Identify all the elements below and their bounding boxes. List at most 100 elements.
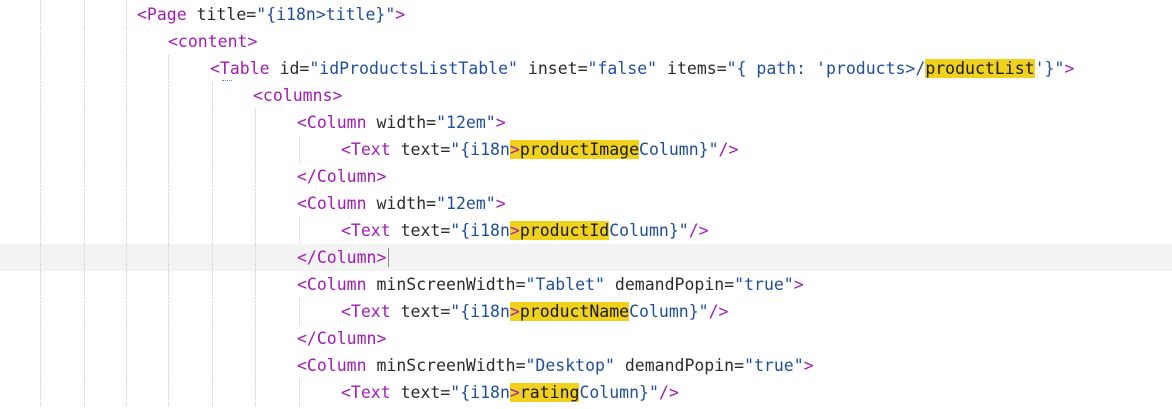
code-token: = [577,59,588,78]
indent-guide [84,163,85,190]
code-line[interactable]: </Column> [0,325,1172,352]
indent-guide [40,217,41,244]
code-text: <Text text="{i18n>ratingColumn}"/> [341,379,679,406]
code-token: "{i18n>title}" [256,5,396,24]
code-line[interactable]: <Column width="12em"> [0,109,1172,136]
indent-guide [126,379,127,406]
indent-guide [299,298,300,325]
indent-guide [84,82,85,109]
indent-guide [40,1,41,28]
search-highlight: > [509,302,520,321]
indent-guide [168,136,169,163]
code-token: Column}" [609,221,689,240]
code-token: title [186,5,247,24]
code-token: text [390,383,441,402]
code-text: <columns> [253,82,342,109]
code-token: text [390,221,441,240]
code-line[interactable]: <columns> [0,82,1172,109]
code-line[interactable]: <content> [0,28,1172,55]
indent-guide [212,352,213,379]
code-token: text [390,140,441,159]
code-editor[interactable]: <Page title="{i18n>title}"> <content> <T… [0,0,1172,409]
indent-guide [40,55,41,82]
indent-guide [40,352,41,379]
code-line-active[interactable]: </Column> [0,244,1172,271]
code-line[interactable]: <Column minScreenWidth="Tablet" demandPo… [0,271,1172,298]
code-token: "true" [744,356,804,375]
code-line[interactable]: <Text text="{i18n>productNameColumn}"/> [0,298,1172,325]
code-text: </Column> [297,325,386,352]
code-token: = [724,275,735,294]
indent-guide [255,352,256,379]
code-token: /> [718,140,739,159]
search-highlight: productList [925,59,1035,78]
code-token: = [440,302,451,321]
indent-guide [126,244,127,271]
indent-guide [168,271,169,298]
code-token: > [495,113,506,132]
indent-guide [84,1,85,28]
code-text: <Column width="12em"> [297,190,506,217]
indent-guide [126,55,127,82]
code-line[interactable]: <Table id="idProductsListTable" inset="f… [0,55,1172,82]
indent-guide [212,379,213,406]
code-text: <Column minScreenWidth="Desktop" demandP… [297,352,814,379]
code-text: <Column width="12em"> [297,109,506,136]
indent-guide [84,55,85,82]
indent-guide [212,163,213,190]
code-text: <Text text="{i18n>productIdColumn}"/> [341,217,709,244]
indent-guide [168,325,169,352]
indent-guide [299,379,300,406]
indent-guide [168,217,169,244]
code-token: text [390,302,441,321]
indent-guide [255,163,256,190]
hint-squiggle [222,77,232,81]
indent-guide [168,190,169,217]
indent-guide [126,28,127,55]
code-line[interactable]: <Text text="{i18n>ratingColumn}"/> [0,379,1172,406]
indent-guide [168,352,169,379]
indent-guide [126,109,127,136]
indent-guide [40,379,41,406]
code-line[interactable]: <Column minScreenWidth="Desktop" demandP… [0,352,1172,379]
code-token: = [426,113,437,132]
code-token: = [299,59,310,78]
code-token: <Text [341,221,391,240]
indent-guide [40,163,41,190]
indent-guide [255,190,256,217]
indent-guide [168,298,169,325]
code-token: <Text [341,140,391,159]
code-token: "12em" [436,113,496,132]
code-token: > [495,194,506,213]
indent-guide [40,190,41,217]
code-token: = [716,59,727,78]
indent-guide [84,28,85,55]
indent-guide [168,244,169,271]
indent-guide [168,163,169,190]
code-line[interactable]: </Column> [0,163,1172,190]
code-text: <Text text="{i18n>productNameColumn}"/> [341,298,728,325]
code-text: <Column minScreenWidth="Tablet" demandPo… [297,271,804,298]
indent-guide [212,325,213,352]
code-line[interactable]: <Text text="{i18n>productIdColumn}"/> [0,217,1172,244]
code-token: /> [708,302,729,321]
indent-guide [126,271,127,298]
code-line[interactable]: <Page title="{i18n>title}"> [0,1,1172,28]
indent-guide [40,298,41,325]
code-line[interactable]: <Column width="12em"> [0,190,1172,217]
indent-guide [255,298,256,325]
indent-guide [84,136,85,163]
code-token: items [657,59,717,78]
text-cursor [388,248,390,267]
code-token: > [803,356,814,375]
code-token: "{i18n [450,302,510,321]
indent-guide [255,109,256,136]
indent-guide [299,217,300,244]
indent-guide [212,217,213,244]
code-line[interactable]: <Text text="{i18n>productImageColumn}"/> [0,136,1172,163]
indent-guide [126,136,127,163]
code-token: "12em" [436,194,496,213]
code-token: inset [517,59,578,78]
indent-guide [84,109,85,136]
indent-guide [126,352,127,379]
